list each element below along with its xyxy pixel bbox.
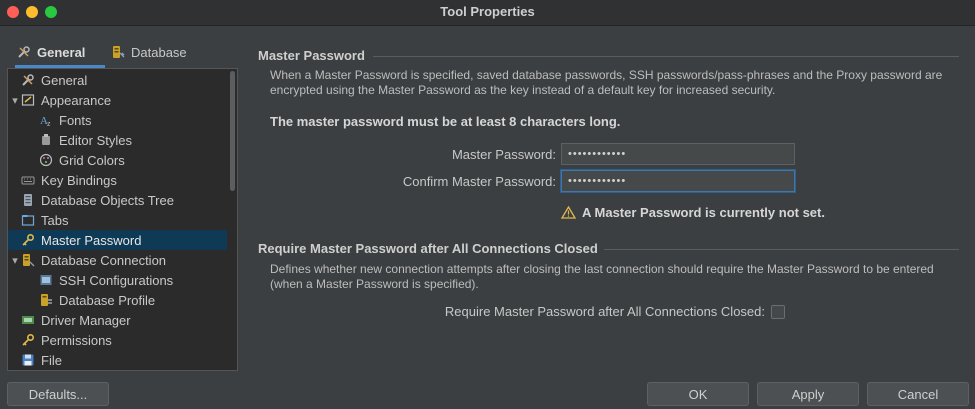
tree-item-database-connection[interactable]: ▾ Database Connection — [8, 250, 227, 270]
require-password-label: Require Master Password after All Connec… — [444, 304, 765, 319]
paint-bucket-icon — [39, 133, 53, 147]
tree-item-driver-manager[interactable]: Driver Manager — [8, 310, 227, 330]
tree-item-key-bindings[interactable]: Key Bindings — [8, 170, 227, 190]
tree-item-label: Database Connection — [41, 252, 167, 268]
database-profile-icon — [39, 293, 53, 307]
tree-scrollbar[interactable] — [230, 71, 235, 191]
cancel-button[interactable]: Cancel — [867, 382, 969, 406]
tree-item-label: File — [41, 352, 62, 368]
palette-icon — [39, 153, 53, 167]
chevron-down-icon[interactable]: ▾ — [9, 90, 21, 110]
defaults-button[interactable]: Defaults... — [7, 382, 109, 406]
key-icon — [21, 233, 35, 247]
tree-icon — [21, 193, 35, 207]
tree-item-database-profile[interactable]: Database Profile — [8, 290, 227, 310]
warning-text: A Master Password is currently not set. — [582, 205, 825, 220]
require-section-description: Defines whether new connection attempts … — [270, 262, 934, 291]
wrench-screwdriver-icon — [18, 46, 30, 58]
confirm-password-label: Confirm Master Password: — [402, 174, 556, 189]
tree-item-database-objects-tree[interactable]: Database Objects Tree — [8, 190, 227, 210]
tree-item-permissions[interactable]: Permissions — [8, 330, 227, 350]
floppy-disk-icon — [21, 353, 35, 367]
tree-item-grid-colors[interactable]: Grid Colors — [8, 150, 227, 170]
password-length-note: The master password must be at least 8 c… — [270, 114, 621, 129]
tree-item-label: General — [41, 72, 88, 88]
tree-item-master-password[interactable]: Master Password — [8, 230, 227, 250]
section-divider — [373, 56, 959, 57]
settings-tabs: General Database — [7, 38, 239, 68]
database-connection-icon — [21, 253, 35, 267]
chevron-down-icon[interactable]: ▾ — [9, 250, 21, 270]
tree-item-ssh-configurations[interactable]: SSH Configurations — [8, 270, 227, 290]
confirm-password-input[interactable]: •••••••••••• — [561, 170, 795, 192]
tabs-icon — [21, 213, 35, 227]
tree-item-fonts[interactable]: Az Fonts — [8, 110, 227, 130]
tools-icon — [21, 73, 35, 87]
tree-item-label: Grid Colors — [59, 152, 125, 168]
tree-item-label: Appearance — [41, 92, 112, 108]
tree-item-label: Permissions — [41, 332, 112, 348]
require-password-option[interactable]: Require Master Password after All Connec… — [445, 304, 785, 319]
settings-tree[interactable]: General ▾ Appearance Az Fonts Editor Styles Gr… — [7, 68, 238, 371]
master-password-section-title: Master Password — [258, 48, 365, 63]
require-password-checkbox[interactable] — [771, 304, 785, 319]
tree-item-label: Database Objects Tree — [41, 192, 174, 208]
svg-text:z: z — [47, 121, 51, 127]
ssh-icon — [39, 273, 53, 287]
font-icon: Az — [39, 113, 53, 127]
tree-item-appearance[interactable]: ▾ Appearance — [8, 90, 227, 110]
master-password-description: When a Master Password is specified, sav… — [270, 68, 943, 97]
driver-icon — [21, 313, 35, 327]
section-divider — [604, 249, 959, 250]
tree-item-tabs[interactable]: Tabs — [8, 210, 227, 230]
keyboard-icon — [21, 173, 35, 187]
tree-item-label: Tabs — [41, 212, 69, 228]
apply-button[interactable]: Apply — [757, 382, 859, 406]
database-icon — [113, 46, 125, 58]
ok-button[interactable]: OK — [647, 382, 749, 406]
title-bar: Tool Properties — [0, 0, 975, 26]
tree-item-label: Driver Manager — [41, 312, 131, 328]
key-icon — [21, 333, 35, 347]
tree-item-label: SSH Configurations — [59, 272, 174, 288]
tree-item-general[interactable]: General — [8, 70, 227, 90]
appearance-icon — [21, 93, 35, 107]
tree-item-label: Fonts — [59, 112, 92, 128]
window-title: Tool Properties — [440, 4, 535, 19]
tree-item-label: Editor Styles — [59, 132, 132, 148]
require-section-title: Require Master Password after All Connec… — [258, 241, 598, 256]
tab-general-label: General — [37, 44, 86, 60]
tree-item-label: Master Password — [41, 232, 142, 248]
tab-database-label: Database — [131, 44, 187, 60]
tree-item-file[interactable]: File — [8, 350, 227, 370]
password-warning: A Master Password is currently not set. — [561, 205, 825, 220]
master-password-input[interactable]: •••••••••••• — [561, 143, 795, 165]
warning-icon — [561, 206, 576, 219]
tree-item-label: Key Bindings — [41, 172, 117, 188]
tree-item-editor-styles[interactable]: Editor Styles — [8, 130, 227, 150]
tab-general[interactable]: General — [17, 38, 85, 66]
tab-database[interactable]: Database — [111, 38, 187, 66]
master-password-label: Master Password: — [451, 147, 556, 162]
tree-item-label: Database Profile — [59, 292, 156, 308]
